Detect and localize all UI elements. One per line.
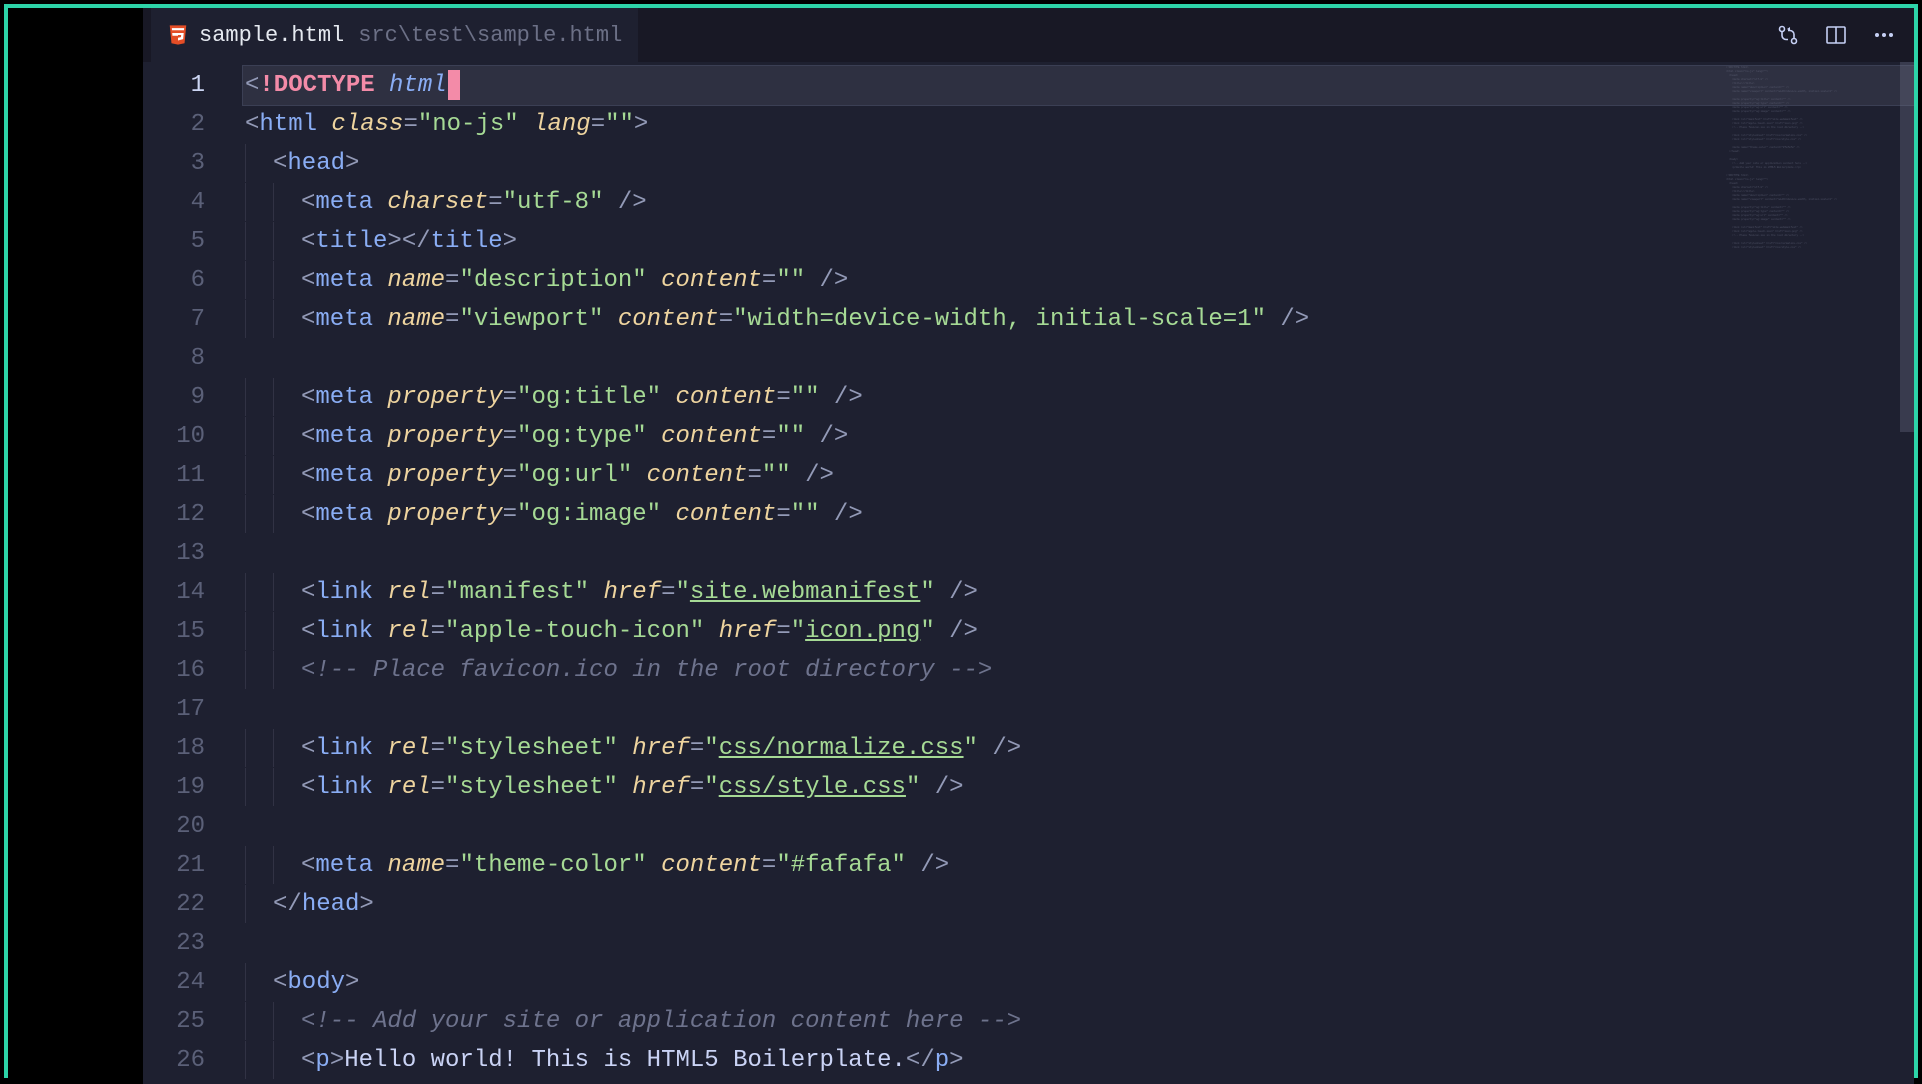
fold-column[interactable] [223,62,243,1084]
line-number[interactable]: 11 [143,456,223,495]
line-number[interactable]: 7 [143,300,223,339]
code-line[interactable]: <meta name="viewport" content="width=dev… [243,300,1914,339]
line-number[interactable]: 8 [143,339,223,378]
code-line[interactable] [243,690,1914,729]
line-number[interactable]: 4 [143,183,223,222]
text-cursor [448,70,460,100]
code-line[interactable]: <body> [243,963,1914,1002]
code-line[interactable]: <link rel="apple-touch-icon" href="icon.… [243,612,1914,651]
code-line[interactable]: <meta name="description" content="" /> [243,261,1914,300]
line-number[interactable]: 6 [143,261,223,300]
line-number-gutter[interactable]: 1234567891011121314151617181920212223242… [143,62,223,1084]
line-number[interactable]: 19 [143,768,223,807]
more-actions-icon[interactable] [1872,23,1896,47]
line-number[interactable]: 18 [143,729,223,768]
code-line[interactable]: <html class="no-js" lang=""> [243,105,1914,144]
tab-filename: sample.html [199,23,344,48]
code-line[interactable]: <!-- Place favicon.ico in the root direc… [243,651,1914,690]
code-line[interactable] [243,924,1914,963]
code-line[interactable]: </head> [243,885,1914,924]
code-area[interactable]: 1234567891011121314151617181920212223242… [143,62,1914,1084]
line-number[interactable]: 24 [143,963,223,1002]
editor-main: sample.html src\test\sample.html 123 [143,8,1914,1084]
code-line[interactable]: <meta property="og:image" content="" /> [243,495,1914,534]
code-line[interactable]: <meta charset="utf-8" /> [243,183,1914,222]
line-number[interactable]: 3 [143,144,223,183]
line-number[interactable]: 25 [143,1002,223,1041]
line-number[interactable]: 14 [143,573,223,612]
line-number[interactable]: 5 [143,222,223,261]
html5-icon [167,23,189,47]
editor-frame: sample.html src\test\sample.html 123 [4,4,1918,1078]
compare-changes-icon[interactable] [1776,23,1800,47]
code-line[interactable]: <p>Hello world! This is HTML5 Boilerplat… [243,1041,1914,1080]
code-line[interactable]: <link rel="stylesheet" href="css/style.c… [243,768,1914,807]
line-number[interactable]: 23 [143,924,223,963]
code-line[interactable] [243,534,1914,573]
code-line[interactable]: <link rel="manifest" href="site.webmanif… [243,573,1914,612]
line-number[interactable]: 22 [143,885,223,924]
line-number[interactable]: 20 [143,807,223,846]
line-number[interactable]: 16 [143,651,223,690]
line-number[interactable]: 2 [143,105,223,144]
line-number[interactable]: 12 [143,495,223,534]
code-line[interactable] [243,807,1914,846]
tab-bar: sample.html src\test\sample.html [143,8,1914,62]
line-number[interactable]: 17 [143,690,223,729]
code-line[interactable]: <!-- Add your site or application conten… [243,1002,1914,1041]
split-editor-icon[interactable] [1824,23,1848,47]
code-line[interactable]: <link rel="stylesheet" href="css/normali… [243,729,1914,768]
line-number[interactable]: 13 [143,534,223,573]
left-black-margin [8,8,143,1084]
code-line[interactable]: <meta property="og:type" content="" /> [243,417,1914,456]
code-line[interactable] [243,339,1914,378]
code-line[interactable]: <title></title> [243,222,1914,261]
editor-body: sample.html src\test\sample.html 123 [8,8,1914,1084]
minimap[interactable]: <!DOCTYPE html> <html class="no-js" lang… [1722,62,1902,262]
scrollbar-thumb[interactable] [1900,62,1914,432]
tab-path: src\test\sample.html [358,23,622,48]
scrollbar-vertical[interactable] [1900,62,1914,1084]
line-number[interactable]: 26 [143,1041,223,1080]
code-content[interactable]: <!DOCTYPE html><html class="no-js" lang=… [243,62,1914,1084]
line-number[interactable]: 1 [143,66,223,105]
line-number[interactable]: 10 [143,417,223,456]
code-line[interactable]: <meta property="og:url" content="" /> [243,456,1914,495]
tabbar-actions [1776,23,1906,47]
code-line[interactable]: <meta name="theme-color" content="#fafaf… [243,846,1914,885]
code-line[interactable]: <!DOCTYPE html> [243,66,1914,105]
line-number[interactable]: 15 [143,612,223,651]
code-line[interactable]: <meta property="og:title" content="" /> [243,378,1914,417]
line-number[interactable]: 9 [143,378,223,417]
line-number[interactable]: 21 [143,846,223,885]
tab-sample-html[interactable]: sample.html src\test\sample.html [151,8,638,62]
code-line[interactable]: <head> [243,144,1914,183]
